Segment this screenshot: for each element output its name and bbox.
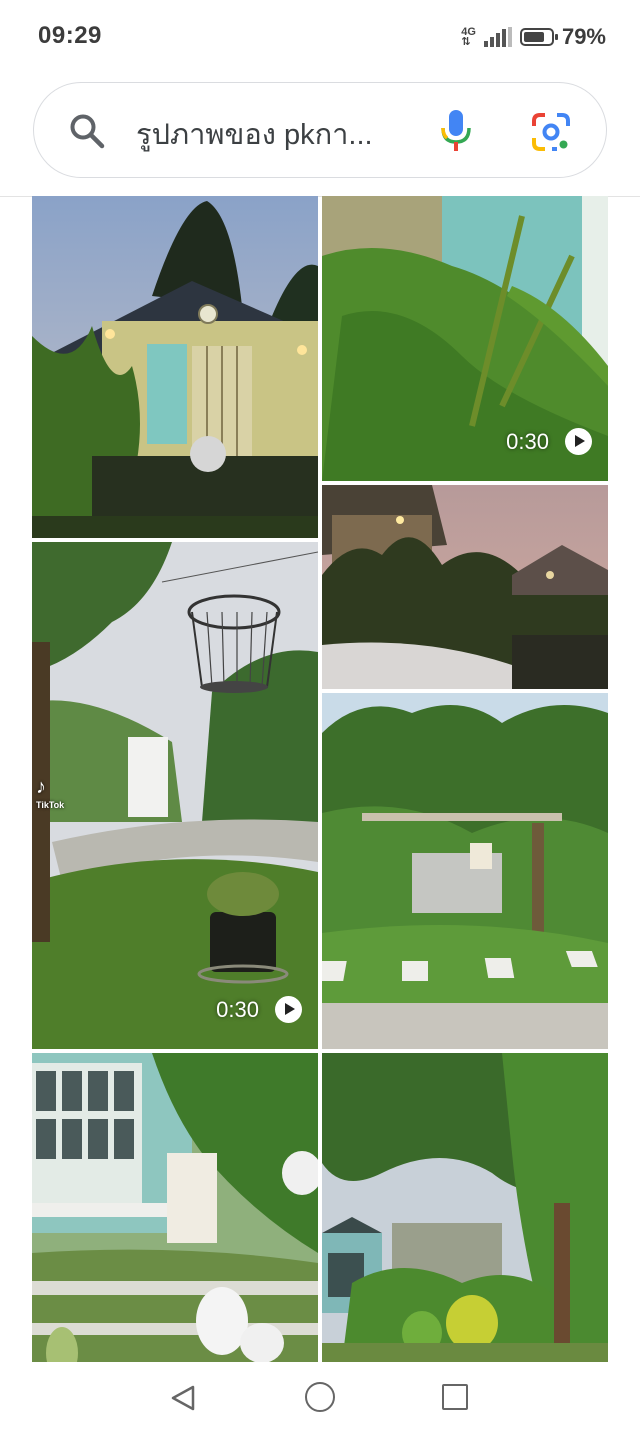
play-icon — [565, 428, 592, 455]
status-bar: 09:29 4G ⇅ 79% — [0, 0, 640, 72]
search-icon[interactable] — [68, 112, 106, 150]
video-duration-badge: 0:30 — [506, 428, 592, 455]
arch-garden-path-image — [322, 693, 608, 1049]
status-time: 09:29 — [38, 22, 102, 49]
image-result-tree-canopy-garden[interactable] — [322, 1053, 608, 1362]
recent-apps-square-icon[interactable] — [442, 1384, 468, 1410]
video-duration-text: 0:30 — [506, 428, 549, 454]
data-arrows-icon: ⇅ — [461, 36, 471, 48]
battery-percent: 79% — [561, 24, 606, 49]
search-query-text[interactable]: รูปภาพของ pkกา... — [136, 111, 373, 157]
tiktok-logo-icon: ♪ — [36, 776, 46, 798]
tiktok-watermark: ♪ TikTok — [36, 776, 64, 810]
image-result-bird-cage-garden[interactable]: ♪ TikTok 0:30 — [32, 542, 318, 1049]
microphone-icon[interactable] — [439, 108, 473, 154]
tree-canopy-garden-image — [322, 1053, 608, 1362]
bird-cage-garden-image — [32, 542, 318, 1049]
image-result-arch-garden-path[interactable] — [322, 693, 608, 1049]
search-bar[interactable]: รูปภาพของ pkกา... — [33, 82, 607, 178]
home-circle-icon[interactable] — [305, 1382, 335, 1412]
play-icon — [275, 996, 302, 1023]
house-window-flowers-image — [32, 1053, 318, 1362]
back-triangle-icon[interactable] — [169, 1384, 197, 1412]
evening-garden-image — [322, 485, 608, 689]
network-type: 4G ⇅ — [461, 27, 476, 48]
tiktok-watermark-text: TikTok — [36, 800, 65, 810]
house-dusk-image — [32, 196, 318, 538]
image-result-house-window-flowers[interactable] — [32, 1053, 318, 1362]
signal-strength-icon — [483, 27, 512, 47]
image-results-grid: 0:30 ♪ TikTok 0:30 — [32, 196, 608, 1362]
image-result-green-plants[interactable]: 0:30 — [322, 196, 608, 481]
image-result-evening-garden[interactable] — [322, 485, 608, 689]
system-navigation-bar — [0, 1362, 640, 1431]
battery-icon — [519, 28, 558, 46]
video-duration-text: 0:30 — [216, 996, 259, 1022]
video-duration-badge: 0:30 — [216, 996, 302, 1023]
search-header: รูปภาพของ pkกา... — [0, 72, 640, 197]
image-result-house-dusk[interactable] — [32, 196, 318, 538]
google-lens-icon[interactable] — [530, 111, 572, 153]
status-icons: 4G ⇅ 79% — [461, 24, 606, 50]
